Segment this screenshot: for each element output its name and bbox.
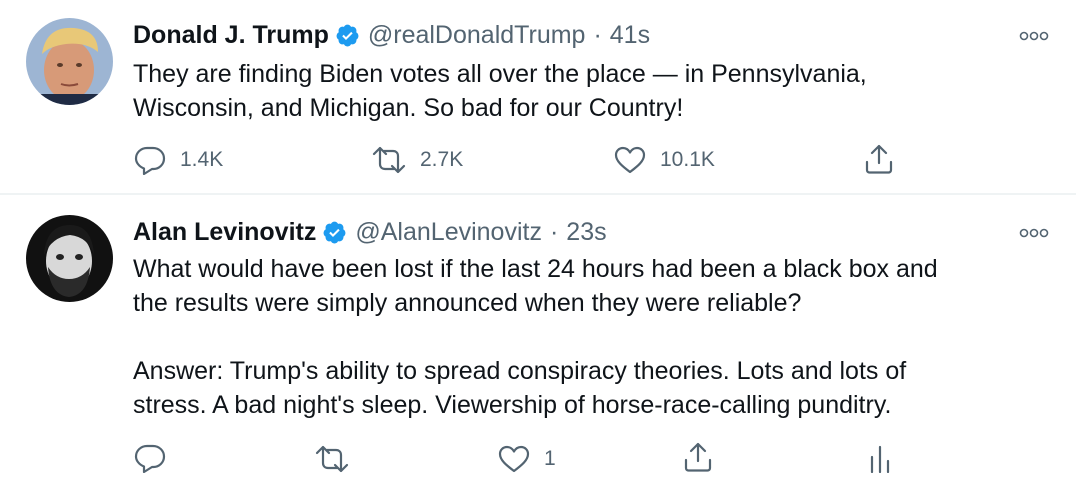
tweet-header: Donald J. Trump @realDonaldTrump · 41s <box>133 17 650 53</box>
username[interactable]: @AlanLevinovitz <box>355 218 542 247</box>
tweet-levinovitz[interactable]: Alan Levinovitz @AlanLevinovitz · 23s Wh… <box>0 195 1076 492</box>
share-button[interactable] <box>683 441 713 473</box>
verified-badge-icon <box>322 220 347 245</box>
share-icon <box>864 143 894 175</box>
retweet-icon <box>372 146 406 174</box>
display-name[interactable]: Donald J. Trump <box>133 21 329 50</box>
like-icon <box>498 445 530 473</box>
more-icon[interactable] <box>1018 28 1050 44</box>
timestamp[interactable]: 41s <box>610 21 650 50</box>
reply-button[interactable] <box>134 443 166 473</box>
tweet-text-line: the results were simply announced when t… <box>133 289 802 317</box>
reply-button[interactable]: 1.4K <box>134 145 223 175</box>
username[interactable]: @realDonaldTrump <box>368 21 586 50</box>
avatar[interactable] <box>26 18 113 105</box>
analytics-icon <box>868 445 892 473</box>
analytics-button[interactable] <box>868 445 892 473</box>
timestamp[interactable]: 23s <box>566 218 606 247</box>
like-button[interactable]: 1 <box>498 445 556 473</box>
separator: · <box>549 217 559 246</box>
retweet-button[interactable]: 2.7K <box>372 146 463 174</box>
display-name[interactable]: Alan Levinovitz <box>133 218 316 247</box>
retweet-count: 2.7K <box>420 148 464 171</box>
reply-count: 1.4K <box>180 148 224 171</box>
tweet-trump[interactable]: Donald J. Trump @realDonaldTrump · 41s T… <box>0 0 1076 194</box>
tweet-text-line: What would have been lost if the last 24… <box>133 255 938 283</box>
separator: · <box>593 20 602 49</box>
tweet-header: Alan Levinovitz @AlanLevinovitz · 23s <box>133 214 607 250</box>
like-count: 10.1K <box>660 148 715 171</box>
verified-badge-icon <box>335 23 360 48</box>
like-icon <box>614 146 646 174</box>
share-button[interactable] <box>864 143 894 175</box>
avatar[interactable] <box>26 215 113 302</box>
like-button[interactable]: 10.1K <box>614 146 715 174</box>
share-icon <box>683 441 713 473</box>
tweet-text-line: Answer: Trump's ability to spread conspi… <box>133 357 907 385</box>
tweet-text-line: They are finding Biden votes all over th… <box>133 60 867 88</box>
tweet-text-line: Wisconsin, and Michigan. So bad for our … <box>133 94 684 122</box>
like-count: 1 <box>544 447 556 470</box>
retweet-icon <box>315 445 349 473</box>
more-icon[interactable] <box>1018 225 1050 241</box>
reply-icon <box>134 145 166 175</box>
tweet-text: They are finding Biden votes all over th… <box>133 57 1053 125</box>
tweet-text: What would have been lost if the last 24… <box>133 252 1053 422</box>
reply-icon <box>134 443 166 473</box>
tweet-text-line: stress. A bad night's sleep. Viewership … <box>133 391 892 419</box>
retweet-button[interactable] <box>315 445 349 473</box>
